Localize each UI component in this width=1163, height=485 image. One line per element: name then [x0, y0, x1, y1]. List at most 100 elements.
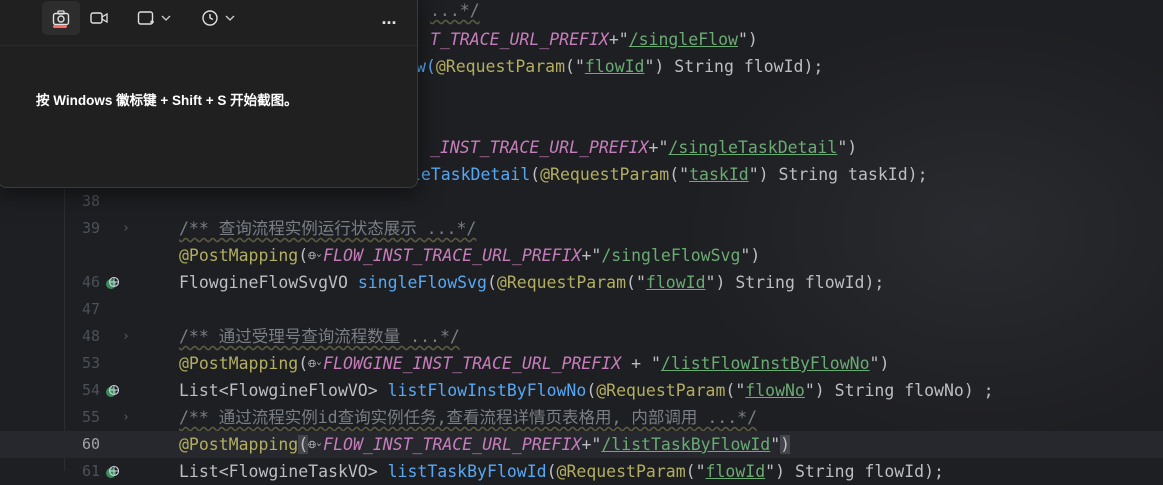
fold-chevron-icon[interactable]: ›: [122, 215, 130, 242]
code-line[interactable]: 38: [0, 188, 1163, 215]
code-text: /** 通过受理号查询流程数量 ...*/: [179, 323, 460, 350]
code-token: /listFlowInstByFlowNo: [660, 354, 870, 373]
code-token: taskId: [689, 165, 749, 184]
chevron-down-icon: [161, 15, 171, 21]
implementation-gutter-icon[interactable]: [105, 465, 119, 479]
line-number: 47: [81, 300, 100, 318]
code-token: (: [298, 246, 309, 265]
code-token: T_TRACE_URL_PREFIX: [430, 30, 609, 49]
snip-shape-dropdown[interactable]: [129, 1, 179, 35]
implementation-gutter-icon[interactable]: [105, 384, 119, 398]
code-token: "): [740, 246, 761, 265]
code-token: /singleTaskDetail: [668, 138, 838, 157]
code-token: /singleFlow: [628, 30, 738, 49]
delay-dropdown[interactable]: [192, 1, 244, 35]
code-line[interactable]: 53 @PostMapping( FLOWGINE_INST_TRACE_URL_P…: [0, 350, 1163, 377]
code-token: @PostMapping: [179, 354, 299, 373]
code-token: flowNo: [745, 381, 805, 400]
code-text: /** 查询流程实例运行状态展示 ...*/: [179, 215, 476, 242]
code-token: (": [565, 57, 585, 76]
code-token: "): [737, 30, 758, 49]
code-text: gleTaskDetail(@RequestParam("taskId") St…: [401, 161, 928, 188]
code-token: ): [780, 435, 791, 454]
code-token: @RequestParam: [596, 381, 726, 400]
code-text: ...*/: [430, 0, 480, 24]
clock-icon: [202, 10, 218, 26]
snip-shortcut-hint: 按 Windows 徽标键 + Shift + S 开始截图。: [36, 93, 298, 108]
fold-chevron-icon[interactable]: ›: [122, 323, 130, 350]
code-token: ") String flowId);: [765, 462, 944, 481]
code-token: FlowgineFlowSvgVO: [179, 273, 358, 292]
code-text: FlowgineFlowSvgVO singleFlowSvg(@Request…: [179, 269, 884, 296]
code-line[interactable]: 55 › /** 通过流程实例id查询实例任务,查看流程详情页表格用, 内部调用 .…: [0, 404, 1163, 431]
code-token: (": [669, 165, 690, 184]
code-token: "): [869, 354, 890, 373]
more-options-button[interactable]: ...: [371, 1, 407, 35]
line-number: 60: [81, 435, 100, 453]
code-token: (": [725, 381, 746, 400]
code-line[interactable]: 61 List<FlowgineTaskVO> listTaskByFlowId(…: [0, 458, 1163, 485]
code-token: (: [586, 381, 597, 400]
code-token: List<FlowgineFlowVO>: [179, 381, 388, 400]
snipping-toolbar: ...: [0, 0, 417, 41]
line-number: 46: [81, 273, 100, 291]
line-number: 39: [81, 219, 100, 237]
implementation-gutter-icon[interactable]: [105, 276, 119, 290]
more-icon: ...: [381, 8, 397, 28]
code-token: ": [770, 435, 781, 454]
record-mode-button[interactable]: [83, 1, 115, 35]
screenshot-mode-button[interactable]: [42, 1, 80, 35]
code-token: FLOW_INST_TRACE_URL_PREFIX: [323, 246, 582, 265]
code-token: (": [626, 273, 646, 292]
code-token: ") String flowId);: [705, 273, 885, 292]
code-token: singleFlowSvg: [357, 273, 487, 292]
code-token: (: [546, 462, 557, 481]
code-token: _INST_TRACE_URL_PREFIX: [430, 138, 649, 157]
code-token: /** 通过受理号查询流程数量 ...*/: [179, 327, 460, 346]
code-text: /** 通过流程实例id查询实例任务,查看流程详情页表格用, 内部调用 ...*…: [179, 404, 757, 431]
line-number: 53: [81, 354, 100, 372]
code-token: (": [685, 462, 706, 481]
code-token: /** 通过流程实例id查询实例任务,查看流程详情页表格用, 内部调用 ...*…: [179, 408, 758, 427]
code-text: @PostMapping( FLOWGINE_INST_TRACE_URL_PRE…: [179, 350, 889, 377]
url-globe-icon[interactable]: [308, 435, 323, 454]
code-token: "): [837, 138, 858, 157]
code-token: (: [298, 354, 309, 373]
url-globe-icon[interactable]: [308, 246, 323, 265]
rectangle-snip-icon: [137, 11, 154, 25]
code-token: @PostMapping: [179, 435, 299, 454]
code-token: FLOWGINE_INST_TRACE_URL_PREFIX: [323, 354, 622, 373]
code-line[interactable]: 47: [0, 296, 1163, 323]
code-line[interactable]: 46 FlowgineFlowSvgVO singleFlowSvg(@Reque…: [0, 269, 1163, 296]
code-token: (: [530, 165, 541, 184]
code-line[interactable]: 54 List<FlowgineFlowVO> listFlowInstByFlo…: [0, 377, 1163, 404]
line-number: 54: [81, 381, 100, 399]
code-token: +": [648, 138, 669, 157]
code-token: FLOW_INST_TRACE_URL_PREFIX: [323, 435, 582, 454]
fold-chevron-icon[interactable]: ›: [122, 404, 130, 431]
code-token: w(: [416, 57, 436, 76]
code-text: T_TRACE_URL_PREFIX+"/singleFlow"): [430, 26, 758, 53]
code-token: gleTaskDetail: [401, 165, 531, 184]
code-token: +": [608, 30, 629, 49]
code-token: @RequestParam: [556, 462, 686, 481]
code-line[interactable]: 48 › /** 通过受理号查询流程数量 ...*/: [0, 323, 1163, 350]
code-text: List<FlowgineTaskVO> listTaskByFlowId(@R…: [179, 458, 944, 485]
code-line[interactable]: @PostMapping(FLOW_INST_TRACE_URL_PREFIX+…: [0, 242, 1163, 269]
code-token: listTaskByFlowId: [387, 462, 547, 481]
code-token: /listTaskByFlowId: [601, 435, 771, 454]
code-line[interactable]: 39 › /** 查询流程实例运行状态展示 ...*/: [0, 215, 1163, 242]
line-number: 48: [81, 327, 100, 345]
code-line[interactable]: 60 @PostMapping(FLOW_INST_TRACE_URL_PREFI…: [0, 431, 1163, 458]
url-globe-icon[interactable]: [308, 354, 323, 373]
code-token: flowId: [645, 273, 706, 292]
camera-icon: [52, 10, 70, 26]
chevron-down-icon: [225, 15, 235, 21]
code-token: /singleFlowSvg: [601, 246, 741, 265]
code-token: /** 查询流程实例运行状态展示 ...*/: [179, 219, 477, 238]
active-mode-indicator: [53, 25, 67, 28]
code-token: ") String flowNo) ;: [804, 381, 994, 400]
code-text: @PostMapping(FLOW_INST_TRACE_URL_PREFIX+…: [179, 431, 791, 458]
code-token: +": [581, 246, 602, 265]
code-token: flowId: [584, 57, 645, 76]
